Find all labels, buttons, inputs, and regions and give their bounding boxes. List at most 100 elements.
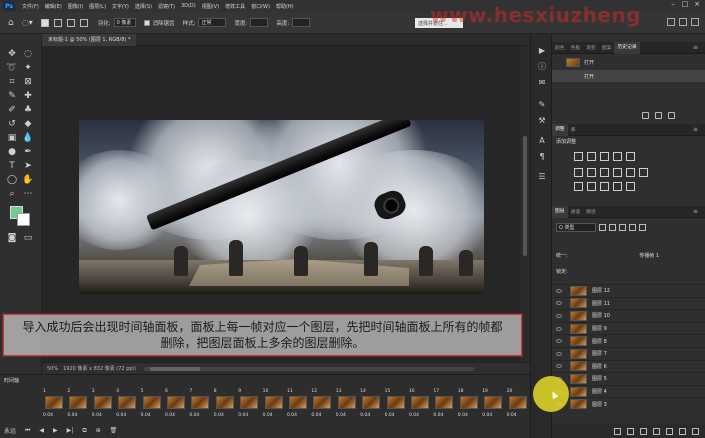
clone-source-icon[interactable]: ⚒ bbox=[537, 116, 547, 126]
threshold-icon[interactable] bbox=[600, 182, 609, 191]
paragraph-icon[interactable]: ¶ bbox=[537, 152, 547, 162]
loop-select[interactable]: 永远 bbox=[4, 426, 16, 435]
visibility-eye-icon[interactable] bbox=[556, 326, 562, 331]
menu-help[interactable]: 帮助(H) bbox=[273, 3, 297, 10]
first-frame-icon[interactable]: ⏮ bbox=[25, 427, 30, 435]
new-group-icon[interactable] bbox=[666, 427, 673, 435]
duplicate-frame-icon[interactable]: ⊕ bbox=[96, 427, 101, 434]
tween-icon[interactable]: ⧉ bbox=[82, 427, 86, 435]
menu-image[interactable]: 图像(I) bbox=[65, 3, 86, 10]
info-icon[interactable]: ⓘ bbox=[537, 62, 547, 72]
lasso-tool-icon[interactable]: ➰ bbox=[5, 62, 19, 74]
link-layers-icon[interactable] bbox=[614, 427, 621, 435]
close-icon[interactable]: × bbox=[691, 0, 703, 8]
tab-layers[interactable]: 图层 bbox=[552, 205, 568, 218]
document-image[interactable] bbox=[79, 120, 484, 294]
frame-duration[interactable]: 0.04 bbox=[141, 413, 151, 418]
layer-filter-select[interactable]: Q 类型 bbox=[556, 223, 596, 232]
hue-icon[interactable] bbox=[574, 168, 583, 177]
gradient-tool-icon[interactable]: ▣ bbox=[5, 132, 19, 144]
pen-tool-icon[interactable]: ✒ bbox=[21, 146, 35, 158]
minimize-icon[interactable]: – bbox=[667, 0, 679, 8]
menu-plugins[interactable]: 增效工具 bbox=[222, 3, 248, 10]
visibility-eye-icon[interactable] bbox=[556, 301, 562, 306]
intersect-selection-icon[interactable] bbox=[79, 18, 88, 27]
frame-duration[interactable]: 0.04 bbox=[311, 413, 321, 418]
type-filter-icon[interactable] bbox=[619, 224, 626, 231]
tab-swatches[interactable]: 色板 bbox=[568, 44, 584, 51]
eyedropper-icon[interactable]: ✎ bbox=[5, 90, 19, 102]
levels-icon[interactable] bbox=[587, 152, 596, 161]
timeline-frame[interactable]: 7 0.04 bbox=[188, 389, 211, 421]
frame-duration[interactable]: 0.04 bbox=[360, 413, 370, 418]
layer-row[interactable]: 图层 8 bbox=[552, 334, 705, 347]
timeline-frame[interactable]: 20 0.04 bbox=[506, 389, 529, 421]
ellipse-tool-icon[interactable]: ◯ bbox=[5, 174, 19, 186]
feather-input[interactable]: 0 像素 bbox=[113, 18, 136, 27]
timeline-frame[interactable]: 18 0.04 bbox=[457, 389, 480, 421]
timeline-frame[interactable]: 8 0.04 bbox=[213, 389, 236, 421]
frame-duration[interactable]: 0.04 bbox=[433, 413, 443, 418]
brush-tool-icon[interactable]: ✐ bbox=[5, 104, 19, 116]
curves-icon[interactable] bbox=[600, 152, 609, 161]
subtract-selection-icon[interactable] bbox=[66, 18, 75, 27]
tab-patterns[interactable]: 图案 bbox=[599, 44, 615, 51]
workspace-icon[interactable] bbox=[679, 18, 687, 26]
marquee-tool-icon[interactable]: ◌ bbox=[21, 48, 35, 60]
screen-mode-icon[interactable]: ▭ bbox=[21, 232, 35, 244]
timeline-frame[interactable]: 13 0.04 bbox=[335, 389, 358, 421]
frame-duration[interactable]: 0.04 bbox=[92, 413, 102, 418]
propagate-frame-checkbox[interactable]: 传播帧 1 bbox=[639, 253, 659, 259]
document-tab[interactable]: 未标题-1 @ 50% (图层 1, RGB/8) * bbox=[42, 34, 137, 46]
posterize-icon[interactable] bbox=[587, 182, 596, 191]
visibility-eye-icon[interactable] bbox=[556, 364, 562, 369]
timeline-frame[interactable]: 15 0.04 bbox=[384, 389, 407, 421]
menu-select[interactable]: 选择(S) bbox=[132, 3, 155, 10]
properties-icon[interactable]: ☰ bbox=[537, 172, 547, 182]
layer-row[interactable]: 图层 11 bbox=[552, 296, 705, 310]
visibility-eye-icon[interactable] bbox=[556, 313, 562, 318]
play-icon[interactable]: ▶ bbox=[53, 427, 58, 434]
layer-row[interactable]: 图层 7 bbox=[552, 347, 705, 360]
delete-frame-icon[interactable]: 🗑 bbox=[110, 427, 118, 434]
history-brush-icon[interactable]: ↺ bbox=[5, 118, 19, 130]
character-icon[interactable]: A bbox=[537, 136, 547, 146]
timeline-frame[interactable]: 14 0.04 bbox=[359, 389, 382, 421]
history-item[interactable]: 打开 bbox=[552, 56, 705, 68]
pixel-filter-icon[interactable] bbox=[599, 224, 606, 231]
timeline-frame[interactable]: 16 0.04 bbox=[408, 389, 431, 421]
timeline-frame[interactable]: 17 0.04 bbox=[432, 389, 455, 421]
timeline-frame[interactable]: 19 0.04 bbox=[481, 389, 504, 421]
prev-frame-icon[interactable]: ◀ bbox=[39, 427, 44, 434]
zoom-level[interactable]: 50% bbox=[47, 366, 58, 372]
timeline-frame[interactable]: 3 0.04 bbox=[91, 389, 114, 421]
smart-filter-icon[interactable] bbox=[639, 224, 646, 231]
tab-history[interactable]: 历史记录 bbox=[614, 41, 640, 54]
comment-icon[interactable]: ✉ bbox=[537, 78, 547, 88]
frame-duration[interactable]: 0.04 bbox=[116, 413, 126, 418]
frame-duration[interactable]: 0.04 bbox=[43, 413, 53, 418]
color-balance-icon[interactable] bbox=[587, 168, 596, 177]
menu-3d[interactable]: 3D(D) bbox=[178, 3, 199, 9]
history-item[interactable]: 打开 bbox=[552, 70, 705, 82]
frame-tool-icon[interactable]: ⊠ bbox=[21, 76, 35, 88]
timeline-frame[interactable]: 1 0.04 bbox=[42, 389, 65, 421]
home-icon[interactable]: ⌂ bbox=[8, 18, 14, 28]
visibility-eye-icon[interactable] bbox=[556, 351, 562, 356]
tab-color[interactable]: 颜色 bbox=[552, 44, 568, 51]
tab-channels[interactable]: 通道 bbox=[568, 208, 584, 215]
new-selection-icon[interactable] bbox=[40, 18, 49, 27]
magic-wand-icon[interactable]: ✦ bbox=[21, 62, 35, 74]
clone-stamp-icon[interactable]: ♣ bbox=[21, 104, 35, 116]
timeline-frame[interactable]: 10 0.04 bbox=[262, 389, 285, 421]
blur-tool-icon[interactable]: 💧 bbox=[21, 132, 35, 144]
style-select[interactable]: 正常 bbox=[198, 18, 227, 27]
shape-filter-icon[interactable] bbox=[629, 224, 636, 231]
frame-duration[interactable]: 0.04 bbox=[336, 413, 346, 418]
timeline-frame[interactable]: 9 0.04 bbox=[237, 389, 260, 421]
menu-layer[interactable]: 图层(L) bbox=[86, 3, 109, 10]
timeline-frame[interactable]: 4 0.04 bbox=[115, 389, 138, 421]
frame-duration[interactable]: 0.04 bbox=[409, 413, 419, 418]
timeline-frame[interactable]: 12 0.04 bbox=[310, 389, 333, 421]
quick-mask-icon[interactable]: ◙ bbox=[5, 232, 19, 244]
